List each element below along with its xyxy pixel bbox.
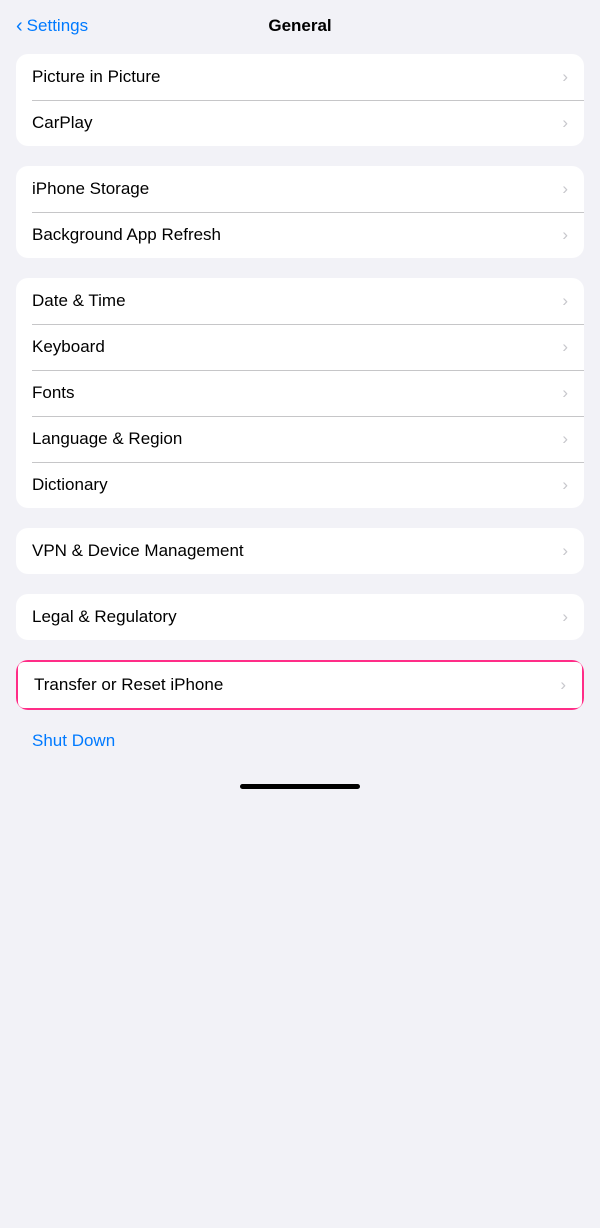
sidebar-item-picture-in-picture[interactable]: Picture in Picture ›: [16, 54, 584, 100]
page-title: General: [268, 16, 331, 36]
row-label: Fonts: [32, 383, 75, 403]
row-label: iPhone Storage: [32, 179, 149, 199]
row-label: Keyboard: [32, 337, 105, 357]
chevron-icon: ›: [562, 541, 568, 561]
settings-group-4: VPN & Device Management ›: [16, 528, 584, 574]
chevron-icon: ›: [560, 675, 566, 695]
row-label: Background App Refresh: [32, 225, 221, 245]
sidebar-item-transfer-reset[interactable]: Transfer or Reset iPhone ›: [16, 660, 584, 710]
sidebar-item-dictionary[interactable]: Dictionary ›: [16, 462, 584, 508]
chevron-icon: ›: [562, 113, 568, 133]
sidebar-item-background-app-refresh[interactable]: Background App Refresh ›: [16, 212, 584, 258]
row-label: Date & Time: [32, 291, 126, 311]
shutdown-area: Shut Down: [16, 710, 584, 764]
sidebar-item-fonts[interactable]: Fonts ›: [16, 370, 584, 416]
chevron-icon: ›: [562, 179, 568, 199]
settings-content: Picture in Picture › CarPlay › iPhone St…: [0, 46, 600, 772]
row-label: Legal & Regulatory: [32, 607, 177, 627]
row-label: VPN & Device Management: [32, 541, 244, 561]
back-label: Settings: [27, 16, 88, 36]
sidebar-item-legal-regulatory[interactable]: Legal & Regulatory ›: [16, 594, 584, 640]
chevron-icon: ›: [562, 67, 568, 87]
header: ‹ Settings General: [0, 0, 600, 46]
settings-group-5: Legal & Regulatory ›: [16, 594, 584, 640]
settings-group-transfer: Transfer or Reset iPhone ›: [16, 660, 584, 710]
chevron-icon: ›: [562, 429, 568, 449]
sidebar-item-vpn-device-management[interactable]: VPN & Device Management ›: [16, 528, 584, 574]
home-indicator-area: [0, 772, 600, 797]
row-label: Dictionary: [32, 475, 108, 495]
chevron-icon: ›: [562, 225, 568, 245]
row-label: Transfer or Reset iPhone: [34, 675, 223, 695]
row-label: Language & Region: [32, 429, 182, 449]
chevron-icon: ›: [562, 383, 568, 403]
settings-group-3: Date & Time › Keyboard › Fonts › Languag…: [16, 278, 584, 508]
home-indicator-bar: [240, 784, 360, 789]
row-label: Picture in Picture: [32, 67, 161, 87]
sidebar-item-date-time[interactable]: Date & Time ›: [16, 278, 584, 324]
row-label: CarPlay: [32, 113, 92, 133]
back-chevron-icon: ‹: [16, 16, 23, 36]
sidebar-item-iphone-storage[interactable]: iPhone Storage ›: [16, 166, 584, 212]
chevron-icon: ›: [562, 607, 568, 627]
sidebar-item-carplay[interactable]: CarPlay ›: [16, 100, 584, 146]
back-button[interactable]: ‹ Settings: [16, 16, 88, 36]
chevron-icon: ›: [562, 475, 568, 495]
settings-group-1: Picture in Picture › CarPlay ›: [16, 54, 584, 146]
chevron-icon: ›: [562, 337, 568, 357]
shutdown-button[interactable]: Shut Down: [16, 718, 584, 764]
settings-group-2: iPhone Storage › Background App Refresh …: [16, 166, 584, 258]
sidebar-item-language-region[interactable]: Language & Region ›: [16, 416, 584, 462]
chevron-icon: ›: [562, 291, 568, 311]
sidebar-item-keyboard[interactable]: Keyboard ›: [16, 324, 584, 370]
